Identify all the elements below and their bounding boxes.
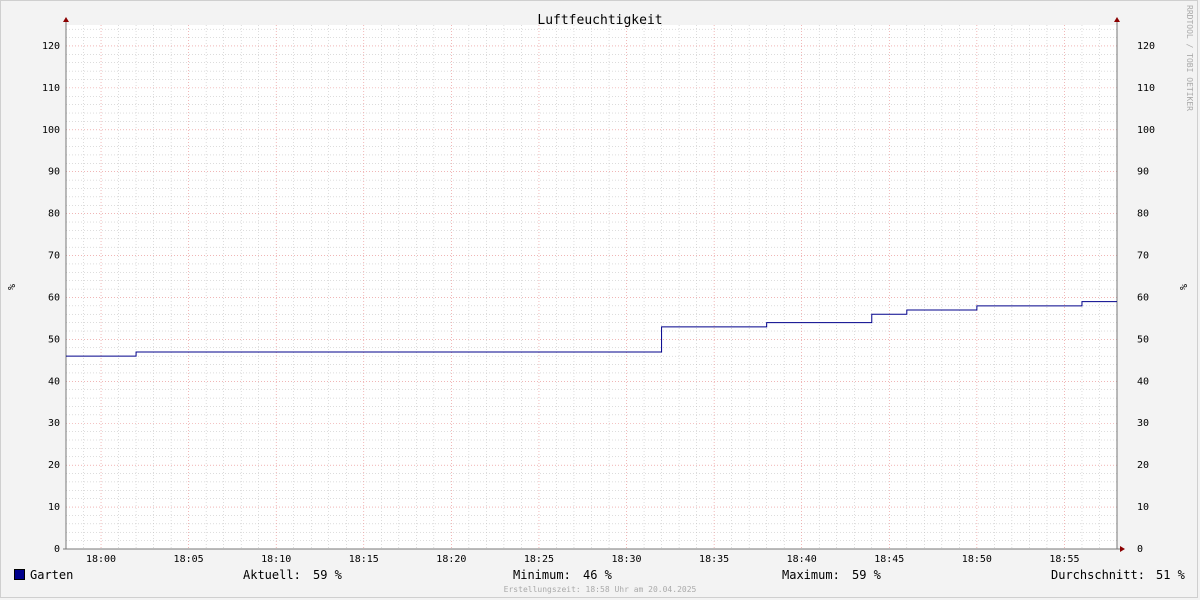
x-tick-label: 18:20 [436, 554, 466, 565]
x-tick-label: 18:05 [174, 554, 204, 565]
x-tick-label: 18:30 [611, 554, 641, 565]
y-tick-label-right: 110 [1137, 83, 1155, 94]
current-value: 59 % [313, 568, 342, 582]
x-tick-label: 18:40 [787, 554, 817, 565]
legend-series-name: Garten [30, 568, 74, 582]
y-tick-label-right: 60 [1137, 292, 1149, 303]
min-value: 46 % [583, 568, 612, 582]
y-tick-label-left: 70 [48, 251, 60, 262]
y-axis-arrow-left [63, 17, 69, 22]
y-tick-label-right: 90 [1137, 167, 1149, 178]
max-value: 59 % [852, 568, 881, 582]
y-tick-label-right: 0 [1137, 544, 1143, 555]
x-tick-label: 18:00 [86, 554, 116, 565]
y-tick-label-right: 20 [1137, 460, 1149, 471]
x-tick-label: 18:45 [874, 554, 904, 565]
avg-label: Durchschnitt: [1051, 568, 1145, 582]
y-tick-label-left: 20 [48, 460, 60, 471]
avg-value: 51 % [1156, 568, 1185, 582]
y-axis-arrow-right [1114, 17, 1120, 22]
y-tick-label-left: 0 [54, 544, 60, 555]
y-tick-label-right: 70 [1137, 251, 1149, 262]
chart-title: Luftfeuchtigkeit [537, 13, 662, 28]
legend-swatch [14, 569, 25, 580]
y-tick-label-left: 10 [48, 502, 60, 513]
x-tick-label: 18:15 [349, 554, 379, 565]
y-tick-label-right: 30 [1137, 418, 1149, 429]
y-tick-label-left: 30 [48, 418, 60, 429]
max-label: Maximum: [782, 568, 840, 582]
y-tick-label-left: 80 [48, 209, 60, 220]
x-tick-label: 18:50 [962, 554, 992, 565]
x-tick-label: 18:35 [699, 554, 729, 565]
y-tick-label-left: 60 [48, 292, 60, 303]
x-ticks: 18:00 18:05 18:10 18:15 18:20 18:25 18:30 18:35… [86, 554, 1080, 565]
watermark: RRDTOOL / TOBI OETIKER [1185, 5, 1194, 111]
y-ticks-right: 0 10 20 30 40 50 60 70 80 90 100 110 120 [1137, 41, 1155, 555]
y-tick-label-right: 10 [1137, 502, 1149, 513]
y-tick-label-right: 120 [1137, 41, 1155, 52]
y-tick-label-right: 100 [1137, 125, 1155, 136]
y-tick-label-left: 120 [42, 41, 60, 52]
y-axis-label-right: % [1177, 284, 1188, 290]
x-tick-label: 18:55 [1049, 554, 1079, 565]
chart: 0 10 20 30 40 50 60 70 80 90 100 110 120 0 10 20 30 40 50… [5, 5, 1194, 565]
min-label: Minimum: [513, 568, 571, 582]
current-label: Aktuell: [243, 568, 301, 582]
legend: Garten Aktuell: 59 % Minimum: 46 % Maxim… [0, 568, 1200, 584]
y-tick-label-right: 40 [1137, 376, 1149, 387]
y-tick-label-right: 50 [1137, 334, 1149, 345]
y-tick-label-right: 80 [1137, 209, 1149, 220]
y-tick-label-left: 40 [48, 376, 60, 387]
y-ticks-left: 0 10 20 30 40 50 60 70 80 90 100 110 120 [42, 41, 60, 555]
x-tick-label: 18:10 [261, 554, 291, 565]
y-tick-label-left: 110 [42, 83, 60, 94]
y-tick-label-left: 90 [48, 167, 60, 178]
y-tick-label-left: 50 [48, 334, 60, 345]
x-axis-arrow [1120, 546, 1125, 552]
y-tick-label-left: 100 [42, 125, 60, 136]
x-tick-label: 18:25 [524, 554, 554, 565]
y-axis-label-left: % [5, 284, 16, 290]
creation-time: Erstellungszeit: 18:58 Uhr am 20.04.2025 [503, 585, 697, 594]
